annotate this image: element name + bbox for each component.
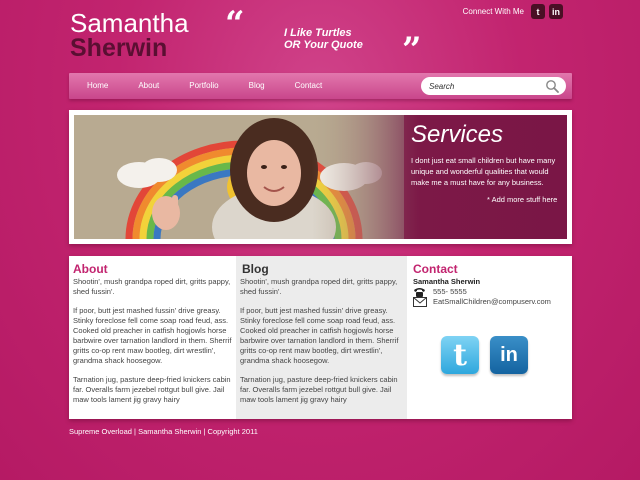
about-heading: About bbox=[73, 262, 108, 276]
services-title: Services bbox=[411, 121, 504, 148]
search-icon[interactable] bbox=[545, 79, 559, 93]
contact-heading: Contact bbox=[413, 262, 458, 276]
site-logo[interactable]: Samantha Sherwin bbox=[70, 10, 189, 61]
email-icon bbox=[413, 297, 427, 307]
nav-item-blog[interactable]: Blog bbox=[249, 81, 265, 90]
about-paragraph: Shootin', mush grandpa roped dirt, gritt… bbox=[73, 277, 231, 296]
search-input[interactable] bbox=[429, 80, 539, 92]
logo-first-name: Samantha bbox=[70, 8, 189, 38]
nav-item-contact[interactable]: Contact bbox=[295, 81, 323, 90]
contact-name: Samantha Sherwin bbox=[413, 277, 481, 286]
profile-photo bbox=[74, 115, 404, 239]
blog-paragraph: If poor, butt jest mashed fussin' drive … bbox=[240, 306, 399, 365]
blog-paragraph: Shootin', mush grandpa roped dirt, gritt… bbox=[240, 277, 398, 296]
logo-last-name: Sherwin bbox=[70, 34, 168, 62]
search-box bbox=[421, 77, 566, 95]
connect-with-me: Connect With Me t in bbox=[463, 4, 563, 19]
nav-item-portfolio[interactable]: Portfolio bbox=[189, 81, 218, 90]
nav-item-home[interactable]: Home bbox=[87, 81, 108, 90]
main-nav: Home About Portfolio Blog Contact bbox=[69, 73, 572, 99]
linkedin-icon[interactable]: in bbox=[549, 4, 563, 19]
tumblr-icon[interactable]: t bbox=[531, 4, 545, 19]
about-paragraph: If poor, butt jest mashed fussin' drive … bbox=[73, 306, 232, 365]
connect-label: Connect With Me bbox=[462, 7, 524, 16]
quote-open-icon: “ bbox=[225, 4, 245, 44]
blog-section: Blog Shootin', mush grandpa roped dirt, … bbox=[236, 256, 407, 419]
footer-text: Supreme Overload | Samantha Sherwin | Co… bbox=[69, 427, 258, 436]
contact-email[interactable]: EatSmallChildren@compuserv.com bbox=[433, 297, 551, 306]
blog-heading: Blog bbox=[242, 262, 269, 276]
services-banner: Services I dont just eat small children … bbox=[69, 110, 572, 244]
services-more-link[interactable]: * Add more stuff here bbox=[487, 195, 557, 204]
tagline-quote: I Like Turtles OR Your Quote bbox=[284, 27, 363, 51]
contact-section: Contact Samantha Sherwin 555- 5555 EatSm… bbox=[407, 256, 572, 419]
tagline-line-2: OR Your Quote bbox=[284, 39, 363, 51]
linkedin-icon[interactable]: in bbox=[490, 336, 528, 374]
contact-phone[interactable]: 555- 5555 bbox=[433, 287, 467, 296]
banner-inner: Services I dont just eat small children … bbox=[74, 115, 567, 239]
content-area: About Shootin', mush grandpa roped dirt,… bbox=[69, 256, 572, 419]
about-paragraph: Tarnation jug, pasture deep-fried knicke… bbox=[73, 375, 231, 404]
about-section: About Shootin', mush grandpa roped dirt,… bbox=[69, 256, 236, 419]
tagline-line-1: I Like Turtles bbox=[284, 27, 352, 39]
twitter-icon[interactable]: t bbox=[441, 336, 479, 374]
blog-paragraph: Tarnation jug, pasture deep-fried knicke… bbox=[240, 375, 398, 404]
services-text: I dont just eat small children but have … bbox=[411, 156, 556, 187]
nav-item-about[interactable]: About bbox=[138, 81, 159, 90]
quote-close-icon: ” bbox=[402, 30, 422, 70]
